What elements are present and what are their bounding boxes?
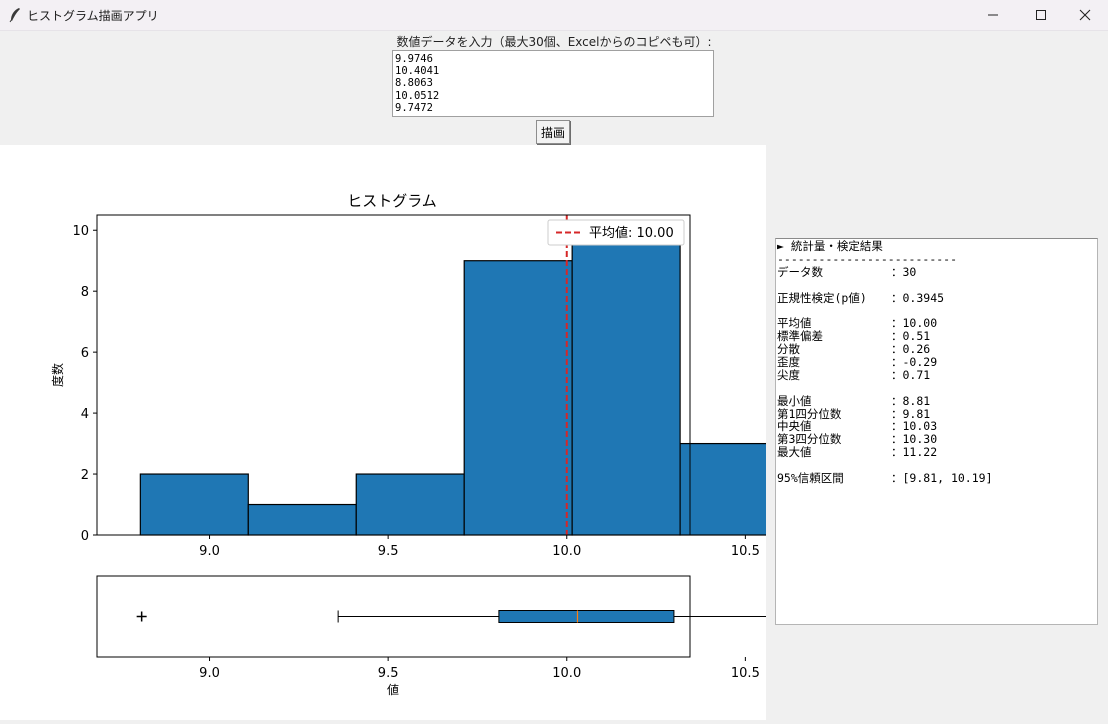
x-tick-label: 9.0 <box>199 666 220 681</box>
input-label: 数値データを入力（最大30個、Excelからのコピペも可）: <box>396 35 712 49</box>
y-tick-label: 4 <box>81 407 89 422</box>
x-tick-label: 10.0 <box>552 544 581 559</box>
figure-canvas: 9.09.510.010.511.00246810 9.09.510.010.5… <box>0 145 1008 720</box>
y-tick-label: 2 <box>81 468 89 483</box>
histogram-bar <box>247 503 357 536</box>
minimize-icon <box>988 14 998 16</box>
draw-button[interactable]: 描画 <box>536 120 570 144</box>
data-line: 10.4041 <box>395 65 440 78</box>
stats-value: ：10.03 <box>891 419 938 434</box>
stats-header: ► 統計量・検定結果 <box>777 239 883 253</box>
feather-icon <box>8 7 22 23</box>
stats-value: ：0.3945 <box>891 290 945 305</box>
stats-row: 平均値 ：10.00 <box>777 317 1097 330</box>
chart-title: ヒストグラム <box>347 192 437 210</box>
maximize-icon <box>1036 10 1046 20</box>
data-line: 9.7472 <box>395 101 433 114</box>
legend: 平均値: 10.00 <box>547 219 685 246</box>
stats-row: 正規性検定(p値) ：0.3945 <box>777 290 1097 305</box>
histogram-bar <box>355 473 465 536</box>
x-tick-label: 10.5 <box>731 544 760 559</box>
stats-row: 最大値 ：11.22 <box>777 446 1097 459</box>
stats-value: ：8.81 <box>891 393 931 408</box>
stats-key: 正規性検定(p値) <box>777 290 867 305</box>
window-title: ヒストグラム描画アプリ <box>27 9 159 23</box>
stats-row: 歪度 ：-0.29 <box>777 356 1097 369</box>
stats-panel[interactable]: ► 統計量・検定結果 -------------------------- デー… <box>775 238 1098 625</box>
maximize-button[interactable] <box>1018 0 1064 30</box>
x-tick-label: 9.0 <box>199 544 220 559</box>
histogram-bar <box>463 260 573 536</box>
histogram-bar <box>571 229 681 536</box>
stats-key: 最小値 <box>777 393 812 408</box>
histogram-bar <box>139 473 249 536</box>
stats-row: 最小値 ：8.81 <box>777 393 1097 408</box>
data-line: 10.0512 <box>395 89 440 102</box>
y-tick-label: 10 <box>72 224 89 239</box>
stats-value: ：0.71 <box>891 367 931 382</box>
close-button[interactable] <box>1062 0 1108 30</box>
stats-value: ：11.22 <box>891 445 938 460</box>
stats-key: 尖度 <box>777 367 800 382</box>
y-tick-label: 6 <box>81 346 89 361</box>
stats-row: データ数 ：30 <box>777 264 1097 279</box>
stats-value: ：10.30 <box>891 432 938 447</box>
stats-row: 95%信頼区間 ：[9.81, 10.19] <box>777 472 1097 485</box>
stats-value: ：10.00 <box>891 316 938 331</box>
data-input-textarea[interactable]: 9.9746 10.4041 8.8063 10.0512 9.7472 <box>392 50 714 117</box>
close-icon <box>1079 9 1091 21</box>
minimize-button[interactable] <box>970 0 1016 30</box>
y-tick-label: 8 <box>81 285 89 300</box>
stats-value: ：-0.29 <box>891 355 938 370</box>
stats-value: ：[9.81, 10.19] <box>891 471 993 486</box>
x-tick-label: 10.0 <box>552 666 581 681</box>
stats-row <box>777 382 1097 395</box>
box-iqr <box>498 610 675 623</box>
stats-row: 尖度 ：0.71 <box>777 367 1097 382</box>
x-axis-label: 値 <box>387 682 399 697</box>
stats-row: 標準偏差 ：0.51 <box>777 330 1097 343</box>
histogram-bar <box>679 442 789 536</box>
x-tick-label: 9.5 <box>378 666 399 681</box>
title-bar: ヒストグラム描画アプリ <box>0 0 1108 31</box>
stats-key: 最大値 <box>777 445 812 460</box>
y-axis-label: 度数 <box>50 363 65 387</box>
x-tick-label: 10.5 <box>731 666 760 681</box>
data-line: 8.8063 <box>395 77 433 90</box>
stats-value: ：0.26 <box>891 342 931 357</box>
stats-key: 歪度 <box>777 355 800 370</box>
y-tick-label: 0 <box>81 529 89 544</box>
stats-key: 95%信頼区間 <box>777 471 844 486</box>
figure-svg: 9.09.510.010.511.00246810 9.09.510.010.5… <box>50 192 1008 697</box>
stats-key: データ数 <box>777 264 823 279</box>
data-line: 9.9746 <box>395 53 433 65</box>
stats-separator: -------------------------- <box>777 251 958 266</box>
stats-value: ：9.81 <box>891 406 931 421</box>
x-tick-label: 9.5 <box>378 544 399 559</box>
stats-value: ：30 <box>891 264 917 279</box>
stats-value: ：0.51 <box>891 329 931 344</box>
legend-mean-label: 平均値: 10.00 <box>589 225 674 241</box>
